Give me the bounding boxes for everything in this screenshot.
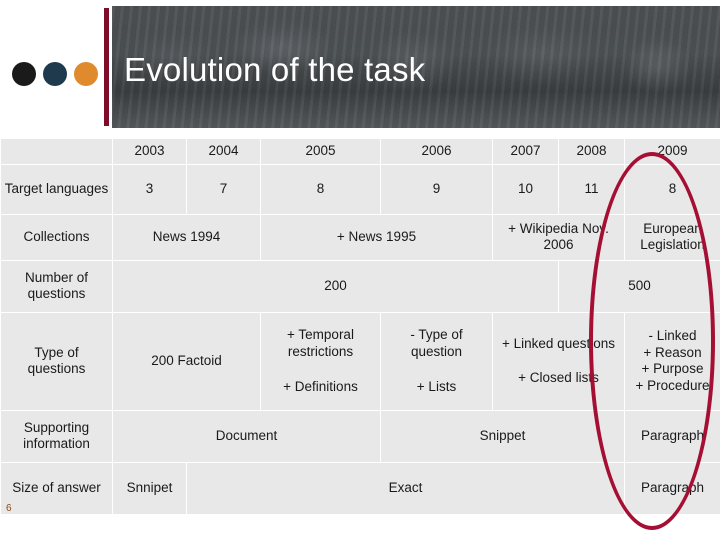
- cell-type-of-questions-2007-2008: + Linked questions + Closed lists: [492, 311, 625, 411]
- cell-text-bottom: + Closed lists: [518, 370, 599, 386]
- table-header-row: 2003 2004 2005 2006 2007 2008 2009: [0, 138, 720, 165]
- table-row: Collections News 1994 + News 1995 + Wiki…: [0, 213, 720, 261]
- table-row: Number of questions 200 500: [0, 259, 720, 313]
- cell-text-top: + Temporal restrictions: [287, 327, 354, 359]
- column-header-2003: 2003: [112, 138, 187, 165]
- cell-target-languages-2005: 8: [260, 163, 381, 215]
- cell-type-of-questions-2005: + Temporal restrictions + Definitions: [260, 311, 381, 411]
- dot-orange-icon: [74, 62, 98, 86]
- cell-supporting-document: Document: [112, 409, 381, 463]
- row-header-supporting-information: Supporting information: [0, 409, 113, 463]
- cell-target-languages-2007: 10: [492, 163, 559, 215]
- cell-text-bottom: + Definitions: [283, 378, 358, 394]
- table-row: Size of answer Snnipet Exact Paragraph: [0, 461, 720, 515]
- cell-text-bottom: + Lists: [416, 378, 457, 394]
- row-header-target-languages: Target languages: [0, 163, 113, 215]
- cell-spacer: [264, 361, 377, 379]
- cell-type-of-questions-2009: - Linked + Reason + Purpose + Procedure: [624, 311, 720, 411]
- slide-page-number: 6: [6, 503, 12, 514]
- cell-number-of-questions-200: 200: [112, 259, 559, 313]
- cell-text-top: - Type of question: [410, 327, 463, 359]
- cell-text-line-4: + Procedure: [635, 378, 710, 394]
- evolution-table: 2003 2004 2005 2006 2007 2008 2009 Targe…: [0, 138, 720, 515]
- cell-target-languages-2004: 7: [186, 163, 261, 215]
- cell-target-languages-2006: 9: [380, 163, 493, 215]
- row-header-type-of-questions: Type of questions: [0, 311, 113, 411]
- decorative-dots: [12, 62, 102, 88]
- cell-size-exact: Exact: [186, 461, 625, 515]
- page-title: Evolution of the task: [124, 51, 426, 88]
- cell-text-line-2: + Reason: [643, 344, 702, 360]
- slide-header: Evolution of the task: [0, 0, 720, 134]
- table-corner-cell: [0, 138, 113, 165]
- column-header-2004: 2004: [186, 138, 261, 165]
- cell-text-line-3: + Purpose: [641, 361, 704, 377]
- cell-type-of-questions-factoid: 200 Factoid: [112, 311, 261, 411]
- table-row: Type of questions 200 Factoid + Temporal…: [0, 311, 720, 411]
- cell-collections-wikipedia: + Wikipedia Nov. 2006: [492, 213, 625, 261]
- column-header-2008: 2008: [558, 138, 625, 165]
- cell-text-line-1: - Linked: [648, 327, 697, 343]
- dot-black-icon: [12, 62, 36, 86]
- cell-spacer: [496, 352, 621, 370]
- column-header-2009: 2009: [624, 138, 720, 165]
- cell-collections-news1995: + News 1995: [260, 213, 493, 261]
- cell-type-of-questions-2006: - Type of question + Lists: [380, 311, 493, 411]
- cell-target-languages-2008: 11: [558, 163, 625, 215]
- cell-collections-european-legislation: European Legislation: [624, 213, 720, 261]
- row-header-collections: Collections: [0, 213, 113, 261]
- cell-supporting-snippet: Snippet: [380, 409, 625, 463]
- cell-number-of-questions-500: 500: [558, 259, 720, 313]
- cell-size-snnipet: Snnipet: [112, 461, 187, 515]
- cell-text-top: + Linked questions: [502, 335, 615, 351]
- cell-target-languages-2009: 8: [624, 163, 720, 215]
- cell-size-paragraph: Paragraph: [624, 461, 720, 515]
- column-header-2007: 2007: [492, 138, 559, 165]
- row-header-size-of-answer: Size of answer: [0, 461, 113, 515]
- column-header-2006: 2006: [380, 138, 493, 165]
- cell-supporting-paragraph: Paragraph: [624, 409, 720, 463]
- cell-collections-news1994: News 1994: [112, 213, 261, 261]
- cell-spacer: [384, 361, 489, 379]
- evolution-table-container: 2003 2004 2005 2006 2007 2008 2009 Targe…: [0, 138, 720, 515]
- row-header-number-of-questions: Number of questions: [0, 259, 113, 313]
- column-header-2005: 2005: [260, 138, 381, 165]
- cell-target-languages-2003: 3: [112, 163, 187, 215]
- table-row: Target languages 3 7 8 9 10 11 8: [0, 163, 720, 215]
- dot-blue-icon: [43, 62, 67, 86]
- header-accent-bar: [104, 8, 109, 126]
- table-row: Supporting information Document Snippet …: [0, 409, 720, 463]
